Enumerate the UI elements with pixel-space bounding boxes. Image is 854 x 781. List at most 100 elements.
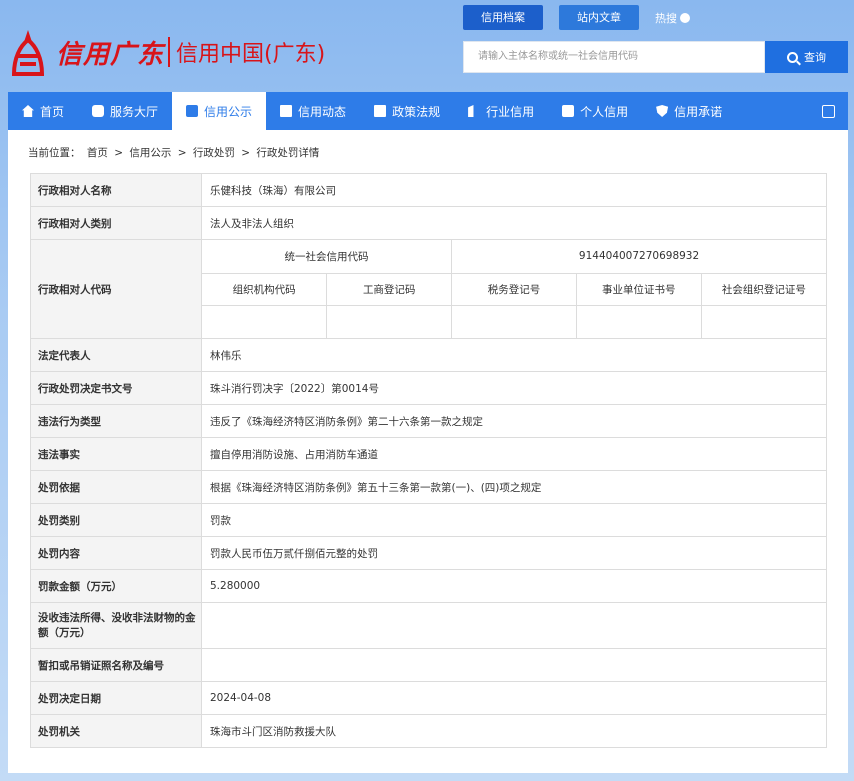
breadcrumb-prefix: 当前位置： — [28, 147, 81, 159]
home-icon — [22, 105, 34, 117]
nav-item-label: 服务大厅 — [110, 104, 159, 119]
nav-item-label: 政策法规 — [392, 104, 441, 119]
nav-item-label: 首页 — [40, 104, 65, 119]
table-row: 违法事实 擅自停用消防设施、占用消防车通道 — [30, 437, 827, 471]
logo-emblem-icon — [8, 28, 48, 76]
nav-item-label: 信用承诺 — [674, 104, 723, 119]
site-logo[interactable]: 信用广东 信用中国(广东) — [8, 28, 325, 76]
row-label: 没收违法所得、没收非法财物的金额（万元） — [30, 602, 202, 649]
row-value — [201, 648, 827, 682]
table-row: 没收违法所得、没收非法财物的金额（万元） — [30, 602, 827, 649]
search-button[interactable]: 查询 — [765, 41, 848, 73]
nav-item-service-hall[interactable]: 服务大厅 — [78, 92, 172, 130]
nav-item-policies[interactable]: 政策法规 — [360, 92, 454, 130]
nav-expand-button[interactable] — [808, 92, 848, 130]
sub-header: 工商登记码 — [326, 272, 453, 306]
row-value: 擅自停用消防设施、占用消防车通道 — [201, 437, 827, 471]
logo-text: 信用中国(广东) — [176, 42, 326, 67]
table-row: 处罚决定日期 2024-04-08 — [30, 681, 827, 715]
nav-item-label: 个人信用 — [580, 104, 629, 119]
row-value: 林伟乐 — [201, 338, 827, 372]
breadcrumb-home[interactable]: 首页 — [87, 147, 108, 159]
row-label: 行政处罚决定书文号 — [30, 371, 202, 405]
row-value: 罚款人民币伍万贰仟捌佰元整的处罚 — [201, 536, 827, 570]
nav-item-credit-publicity[interactable]: 信用公示 — [172, 92, 267, 130]
briefcase-icon — [186, 105, 199, 117]
row-label: 处罚内容 — [30, 536, 202, 570]
breadcrumb-sep: > — [177, 147, 187, 159]
sub-value — [202, 304, 328, 338]
table-row: 处罚内容 罚款人民币伍万贰仟捌佰元整的处罚 — [30, 536, 827, 570]
sub-value — [451, 304, 577, 338]
row-value: 根据《珠海经济特区消防条例》第五十三条第一款第(一)、(四)项之规定 — [201, 470, 827, 504]
table-row: 法定代表人 林伟乐 — [30, 338, 827, 372]
table-row: 违法行为类型 违反了《珠海经济特区消防条例》第二十六条第一款之规定 — [30, 404, 827, 438]
row-label: 处罚机关 — [30, 714, 202, 748]
breadcrumb-sep: > — [241, 147, 250, 159]
building-icon — [468, 105, 474, 117]
grid-icon — [92, 105, 105, 117]
sub-value — [326, 304, 453, 338]
table-row: 行政处罚决定书文号 珠斗消行罚决字〔2022〕第0014号 — [30, 371, 827, 405]
row-label: 行政相对人代码 — [30, 239, 202, 339]
row-value: 5.280000 — [201, 569, 827, 603]
row-label: 处罚类别 — [30, 503, 202, 537]
row-value: 法人及非法人组织 — [201, 206, 827, 240]
row-value: 乐健科技（珠海）有限公司 — [201, 173, 827, 207]
row-label: 行政相对人类别 — [30, 206, 202, 240]
row-label: 违法行为类型 — [30, 404, 202, 438]
user-card-icon — [562, 105, 575, 117]
breadcrumb-admin-penalty[interactable]: 行政处罚 — [193, 147, 235, 159]
nav-item-industry-credit[interactable]: 行业信用 — [454, 92, 548, 130]
uscc-value: 914404007270698932 — [451, 240, 826, 274]
row-label: 处罚依据 — [30, 470, 202, 504]
sub-header: 事业单位证书号 — [575, 272, 702, 306]
row-label: 处罚决定日期 — [30, 681, 202, 715]
breadcrumb-sep: > — [114, 147, 123, 159]
breadcrumb-credit-publicity[interactable]: 信用公示 — [129, 147, 171, 159]
table-row: 行政相对人名称 乐健科技（珠海）有限公司 — [30, 173, 827, 207]
table-row: 行政相对人类别 法人及非法人组织 — [30, 206, 827, 240]
uscc-label: 统一社会信用代码 — [202, 240, 453, 274]
hot-search-label: 热搜 — [655, 11, 677, 25]
search-button-label: 查询 — [804, 51, 826, 64]
tab-site-articles[interactable]: 站内文章 — [559, 5, 639, 30]
main-content: 当前位置： 首页 > 信用公示 > 行政处罚 > 行政处罚详情 行政相对人名称 … — [8, 130, 848, 773]
nav-item-home[interactable]: 首页 — [8, 92, 78, 130]
search-icon — [787, 51, 798, 63]
sub-header: 税务登记号 — [451, 272, 577, 306]
row-value: 2024-04-08 — [201, 681, 827, 715]
sub-header: 组织机构代码 — [202, 272, 328, 306]
row-label: 罚款金额（万元） — [30, 569, 202, 603]
hot-search-link[interactable]: 热搜 — [655, 10, 690, 26]
nav-item-label: 行业信用 — [486, 104, 535, 119]
sub-value — [575, 304, 702, 338]
nav-item-label: 信用动态 — [298, 104, 347, 119]
row-label: 暂扣或吊销证照名称及编号 — [30, 648, 202, 682]
nav-item-credit-news[interactable]: 信用动态 — [266, 92, 360, 130]
sub-value — [700, 304, 826, 338]
row-value: 罚款 — [201, 503, 827, 537]
logo-divider — [168, 37, 171, 67]
row-label: 违法事实 — [30, 437, 202, 471]
tab-credit-archive[interactable]: 信用档案 — [463, 5, 543, 30]
row-value — [201, 602, 827, 649]
code-subtable: 统一社会信用代码 914404007270698932 组织机构代码 工商登记码… — [202, 240, 826, 338]
nav-item-personal-credit[interactable]: 个人信用 — [548, 92, 642, 130]
shield-icon — [656, 105, 669, 117]
table-row: 处罚依据 根据《珠海经济特区消防条例》第五十三条第一款第(一)、(四)项之规定 — [30, 470, 827, 504]
table-row: 罚款金额（万元） 5.280000 — [30, 569, 827, 603]
document-icon — [280, 105, 293, 117]
top-tabs: 信用档案 站内文章 热搜 — [463, 5, 690, 30]
row-label: 行政相对人名称 — [30, 173, 202, 207]
logo-script-text: 信用广东 — [56, 39, 165, 70]
sub-header: 社会组织登记证号 — [700, 272, 826, 306]
nav-item-credit-commitment[interactable]: 信用承诺 — [642, 92, 736, 130]
search-input[interactable]: 请输入主体名称或统一社会信用代码 — [463, 41, 765, 73]
code-cell: 统一社会信用代码 914404007270698932 组织机构代码 工商登记码… — [201, 239, 827, 339]
row-label: 法定代表人 — [30, 338, 202, 372]
book-icon — [374, 105, 387, 117]
table-row: 处罚类别 罚款 — [30, 503, 827, 537]
table-row: 暂扣或吊销证照名称及编号 — [30, 648, 827, 682]
row-value: 违反了《珠海经济特区消防条例》第二十六条第一款之规定 — [201, 404, 827, 438]
